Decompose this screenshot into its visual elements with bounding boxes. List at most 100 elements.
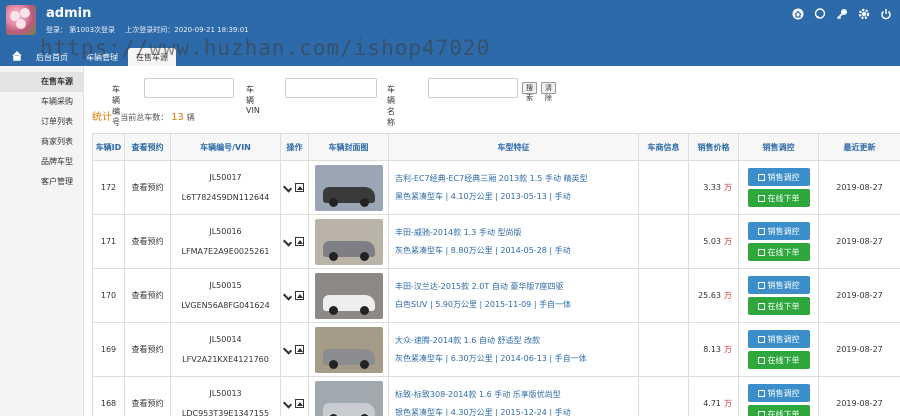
view-booking-link[interactable]: 查看预约 [124, 160, 171, 215]
sidebar-item-on-sale[interactable]: 在售车源 [0, 72, 83, 92]
last-updated: 2019-08-27 [818, 376, 900, 416]
price-value: 8.13 [703, 345, 721, 354]
model-details: 白色SUV | 5.90万公里 | 2015-11-09 | 手自一体 [395, 299, 572, 309]
transmission: 手动 [554, 245, 571, 255]
model-details: 灰色紧凑型车 | 8.80万公里 | 2014-05-28 | 手动 [395, 245, 571, 255]
gear-icon[interactable] [857, 7, 870, 20]
sale-price: 4.71 万 [688, 376, 739, 416]
price-unit: 万 [724, 345, 732, 354]
col-header: 销售价格 [688, 133, 739, 161]
login-count: 登录： 第1003次登录 [46, 26, 116, 34]
car-photo[interactable] [314, 326, 383, 373]
stats-label: - 当前总车数： [114, 113, 169, 122]
edit-icon[interactable] [282, 290, 293, 301]
edit-icon[interactable] [282, 236, 293, 247]
cover-image [308, 214, 389, 269]
edit-icon[interactable] [282, 398, 293, 409]
edit-icon[interactable] [282, 344, 293, 355]
name-input[interactable] [428, 78, 518, 98]
vehicle-id: 169 [92, 322, 125, 377]
vehicle-no-vin: JL50013 LDC953T39E1347155 [170, 376, 281, 416]
operations [280, 160, 309, 215]
dealer-info [638, 322, 689, 377]
online-order-button[interactable]: 在线下单 [747, 243, 810, 261]
online-order-label: 在线下单 [767, 355, 800, 365]
check-icon [757, 302, 765, 310]
nav-tabs: 后台首页 车辆管理 在售车源 [0, 44, 176, 66]
price-unit: 万 [724, 183, 732, 192]
online-order-button[interactable]: 在线下单 [747, 405, 810, 416]
cover-image [308, 268, 389, 323]
online-order-button[interactable]: 在线下单 [747, 297, 810, 315]
sale-control-button[interactable]: 销售调控 [747, 330, 810, 348]
dealer-info [638, 376, 689, 416]
model-features: 丰田-威驰-2014款 1.3 手动 型尚版灰色紧凑型车 | 8.80万公里 |… [388, 214, 639, 269]
vehicle-vin: LDC953T39E1347155 [181, 408, 270, 416]
view-booking-link[interactable]: 查看预约 [124, 214, 171, 269]
vehicle-no-input[interactable] [144, 78, 234, 98]
model-title-link[interactable]: 丰田-汉兰达-2015款 2.0T 自动 豪华版7座四驱 [395, 278, 638, 296]
sale-control-button[interactable]: 销售调控 [747, 168, 810, 186]
sidebar-item-customers[interactable]: 客户管理 [0, 172, 83, 192]
sidebar-item-dealers[interactable]: 商家列表 [0, 132, 83, 152]
sidebar-item-orders[interactable]: 订单列表 [0, 112, 83, 132]
sale-control: 销售调控在线下单 [738, 322, 819, 377]
sidebar-item-purchase[interactable]: 车辆采购 [0, 92, 83, 112]
sale-control-button[interactable]: 销售调控 [747, 384, 810, 402]
vehicle-no: JL50013 [209, 388, 242, 398]
power-icon[interactable] [879, 7, 892, 20]
model-features: 大众-速腾-2014款 1.6 自动 舒适型 改款 灰色紧凑型车 | 6.30万公… [388, 322, 639, 377]
price-value: 3.33 [703, 183, 721, 192]
view-booking-link[interactable]: 查看预约 [124, 376, 171, 416]
operations [280, 214, 309, 269]
avatar[interactable] [6, 5, 36, 35]
image-icon[interactable] [295, 345, 304, 354]
sale-control-label: 销售调控 [767, 226, 800, 236]
car-photo[interactable] [314, 272, 383, 319]
last-updated: 2019-08-27 [818, 160, 900, 215]
car-photo[interactable] [314, 218, 383, 265]
tab-vehicle-management[interactable]: 车辆管理 [78, 48, 126, 66]
sidebar-item-brands[interactable]: 品牌车型 [0, 152, 83, 172]
col-header: 车型特征 [388, 133, 639, 161]
vehicle-no-vin: JL50016 LFMA7E2A9E0025261 [170, 214, 281, 269]
tab-on-sale-vehicles[interactable]: 在售车源 [128, 48, 176, 66]
check-icon [757, 410, 765, 416]
vin-input[interactable] [285, 78, 377, 98]
dealer-info [638, 160, 689, 215]
chat-icon[interactable] [813, 7, 826, 20]
register-date: 2015-12-24 [500, 407, 547, 416]
body-color-type: 灰色紧凑型车 [395, 353, 443, 363]
image-icon[interactable] [295, 183, 304, 192]
model-title-link[interactable]: 大众-速腾-2014款 1.6 自动 舒适型 改款 [395, 332, 638, 350]
home-icon[interactable] [791, 7, 804, 20]
model-title-link[interactable]: 吉利-EC7经典-EC7经典三厢 2013款 1.5 手动 精英型 [395, 170, 638, 188]
transmission: 手自一体 [554, 353, 587, 363]
col-header[interactable]: 车辆ID [92, 133, 125, 161]
sale-control-button[interactable]: 销售调控 [747, 222, 810, 240]
online-order-button[interactable]: 在线下单 [747, 189, 810, 207]
body-color-type: 银色紧凑型车 [395, 407, 443, 416]
view-booking-link[interactable]: 查看预约 [124, 322, 171, 377]
model-features: 丰田-汉兰达-2015款 2.0T 自动 豪华版7座四驱白色SUV | 5.90… [388, 268, 639, 323]
home-icon[interactable] [8, 46, 26, 66]
model-title-link[interactable]: 丰田-威驰-2014款 1.3 手动 型尚版 [395, 224, 638, 242]
key-icon[interactable] [835, 7, 848, 20]
image-icon[interactable] [295, 291, 304, 300]
car-photo[interactable] [314, 164, 383, 211]
search-button[interactable]: 搜索 [522, 82, 537, 102]
col-header: 车辆编号/VIN [170, 133, 281, 161]
image-icon[interactable] [295, 237, 304, 246]
reset-button[interactable]: 清除 [541, 82, 556, 102]
mileage: 4.30万公里 [450, 407, 493, 416]
edit-icon[interactable] [282, 182, 293, 193]
online-order-button[interactable]: 在线下单 [747, 351, 810, 369]
view-booking-link[interactable]: 查看预约 [124, 268, 171, 323]
image-icon[interactable] [295, 399, 304, 408]
sale-control-label: 销售调控 [767, 280, 800, 290]
tab-dashboard[interactable]: 后台首页 [28, 48, 76, 66]
car-photo[interactable] [314, 380, 383, 416]
vehicle-vin: LFMA7E2A9E0025261 [181, 246, 270, 256]
model-title-link[interactable]: 标致-标致308-2014款 1.6 手动 乐享版优尚型 [395, 386, 638, 404]
sale-control-button[interactable]: 销售调控 [747, 276, 810, 294]
